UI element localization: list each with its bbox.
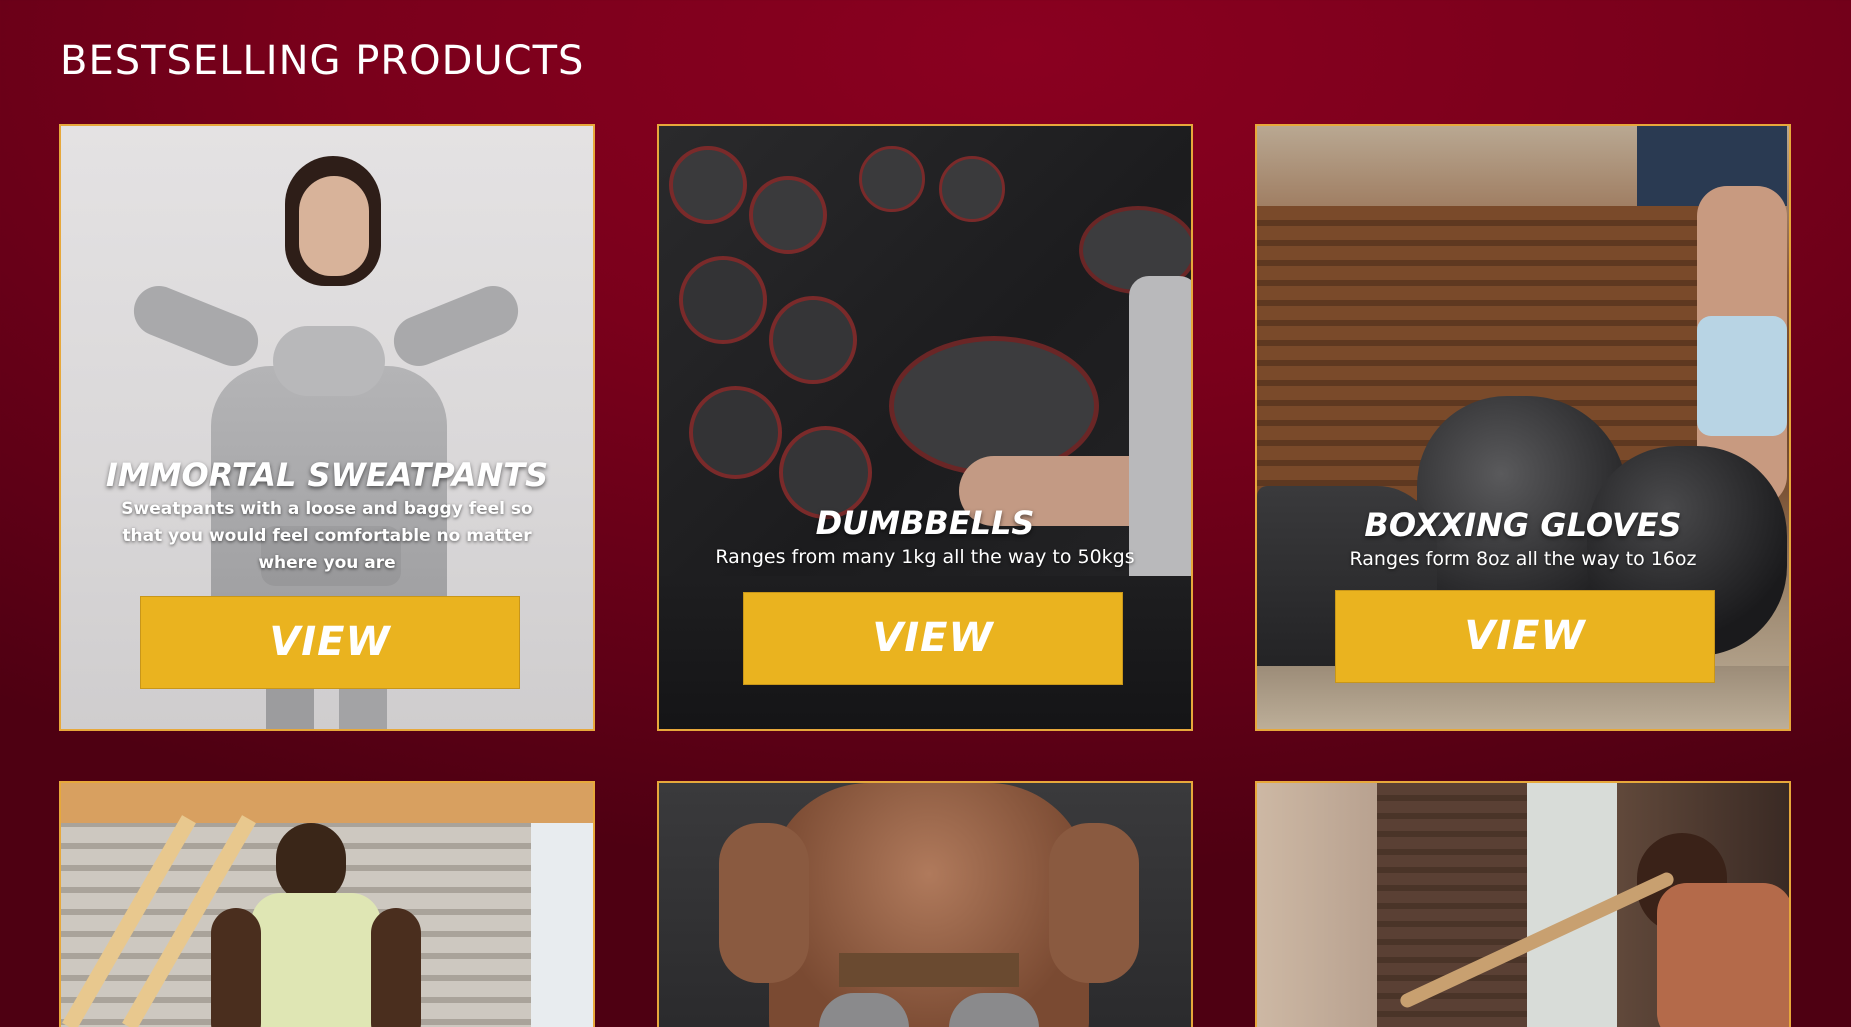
product-title: BOXXING GLOVES [1364, 506, 1682, 544]
product-description: Ranges form 8oz all the way to 16oz [1349, 548, 1697, 570]
section-title: BESTSELLING PRODUCTS [60, 38, 585, 84]
view-button[interactable]: VIEW [743, 592, 1123, 685]
product-image-battle-ropes [1257, 783, 1789, 1027]
product-card-tank-top[interactable] [59, 781, 595, 1027]
product-title: IMMORTAL SWEATPANTS [105, 456, 549, 494]
product-card-boxing-gloves[interactable]: BOXXING GLOVES Ranges form 8oz all the w… [1255, 124, 1791, 731]
product-description: Sweatpants with a loose and baggy feel s… [121, 499, 533, 573]
product-image-tank-top [61, 783, 593, 1027]
product-card-battle-ropes[interactable] [1255, 781, 1791, 1027]
product-image-kettlebells [659, 783, 1191, 1027]
product-description: Ranges from many 1kg all the way to 50kg… [715, 546, 1135, 568]
product-card-kettlebells[interactable] [657, 781, 1193, 1027]
product-card-sweatpants[interactable]: IMMORTAL SWEATPANTS Sweatpants with a lo… [59, 124, 595, 731]
product-card-dumbbells[interactable]: DUMBBELLS Ranges from many 1kg all the w… [657, 124, 1193, 731]
view-button[interactable]: VIEW [140, 596, 520, 689]
product-title: DUMBBELLS [815, 504, 1035, 542]
view-button[interactable]: VIEW [1335, 590, 1715, 683]
